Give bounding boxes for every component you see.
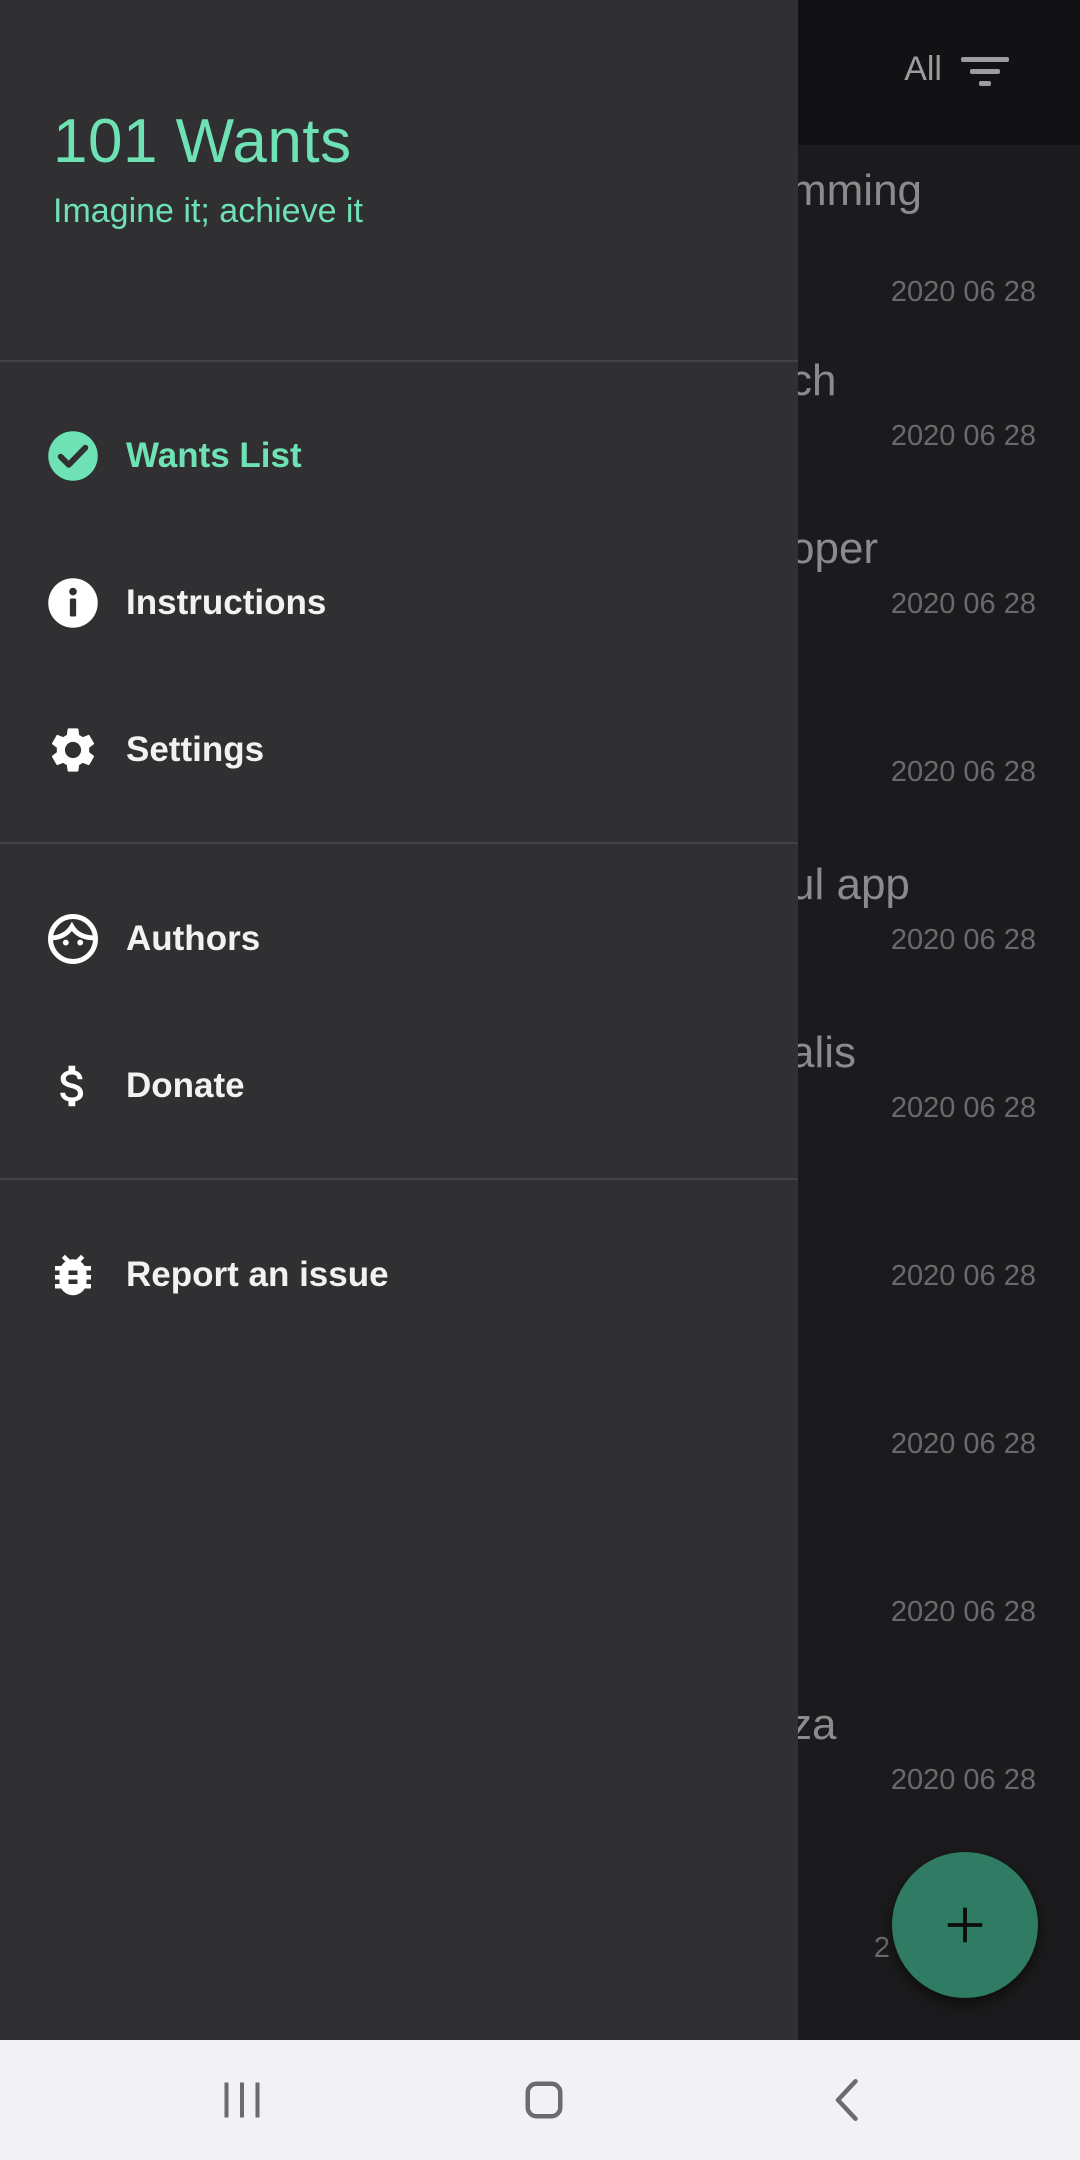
- check-circle-icon: [46, 429, 100, 483]
- gear-icon: [46, 723, 100, 777]
- want-date: 2020 06 28: [890, 756, 1036, 788]
- filter-label: All: [904, 50, 942, 88]
- want-date: 2020 06 28: [890, 420, 1036, 452]
- menu-item-report-issue[interactable]: Report an issue: [0, 1215, 798, 1335]
- want-title: alis: [790, 1028, 857, 1077]
- menu-item-instructions[interactable]: Instructions: [0, 543, 798, 663]
- home-button[interactable]: [514, 2070, 574, 2130]
- want-date: 2020 06 28: [890, 1260, 1036, 1292]
- want-date: 2020 06 28: [890, 924, 1036, 956]
- menu-item-label: Report an issue: [126, 1255, 389, 1294]
- menu-item-label: Donate: [126, 1066, 245, 1105]
- want-title: oper: [790, 524, 879, 573]
- want-date: 2: [873, 1932, 890, 1964]
- recent-apps-button[interactable]: [212, 2070, 272, 2130]
- filter-icon: [960, 53, 1010, 87]
- back-icon: [835, 2079, 858, 2121]
- want-title: mming: [790, 166, 923, 215]
- app-tagline: Imagine it; achieve it: [53, 192, 363, 230]
- menu-divider: [0, 1178, 798, 1180]
- menu-item-donate[interactable]: Donate: [0, 1026, 798, 1146]
- menu-item-authors[interactable]: Authors: [0, 879, 798, 999]
- menu-divider: [0, 842, 798, 844]
- plus-icon: [947, 1907, 983, 1943]
- navigation-drawer: 101 Wants Imagine it; achieve it Wants L…: [0, 0, 798, 2040]
- want-date: 2020 06 28: [890, 1596, 1036, 1628]
- menu-item-label: Instructions: [126, 583, 327, 622]
- want-date: 2020 06 28: [890, 1092, 1036, 1124]
- menu-item-label: Authors: [126, 919, 261, 958]
- want-date: 2020 06 28: [890, 1764, 1036, 1796]
- want-date: 2020 06 28: [890, 276, 1036, 308]
- bug-icon: [46, 1248, 100, 1302]
- add-want-button[interactable]: [892, 1852, 1038, 1998]
- recent-apps-icon: [224, 2082, 260, 2118]
- home-icon: [525, 2081, 563, 2119]
- menu-item-wants-list[interactable]: Wants List: [0, 396, 798, 516]
- system-nav-bar: [0, 2040, 1080, 2160]
- filter-button[interactable]: All: [904, 50, 1010, 89]
- drawer-header: 101 Wants Imagine it; achieve it: [0, 0, 798, 362]
- menu-item-label: Wants List: [126, 436, 302, 475]
- app-name: 101 Wants: [53, 107, 352, 176]
- menu-item-label: Settings: [126, 730, 265, 769]
- menu-item-settings[interactable]: Settings: [0, 690, 798, 810]
- want-title: ul app: [790, 860, 910, 909]
- dollar-icon: [46, 1059, 100, 1113]
- face-icon: [46, 912, 100, 966]
- info-icon: [46, 576, 100, 630]
- want-date: 2020 06 28: [890, 1428, 1036, 1460]
- back-button[interactable]: [818, 2070, 878, 2130]
- want-date: 2020 06 28: [890, 588, 1036, 620]
